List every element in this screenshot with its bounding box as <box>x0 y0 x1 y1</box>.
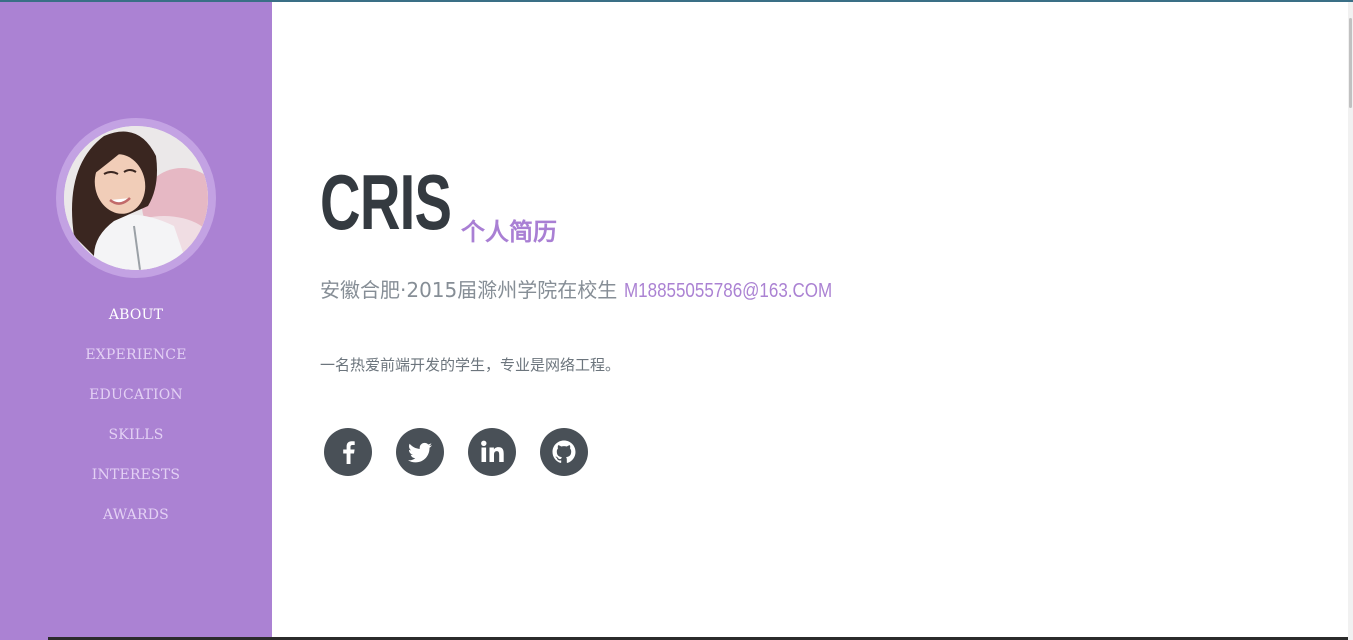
facebook-button[interactable] <box>324 428 372 476</box>
main-content: CRIS 个人简历 安徽合肥·2015届滁州学院在校生 M18855055786… <box>272 2 1348 640</box>
profile-name: CRIS <box>320 158 452 246</box>
avatar[interactable] <box>64 126 208 270</box>
sidebar-item-skills: SKILLS <box>0 422 272 462</box>
scrollbar[interactable] <box>1348 2 1353 640</box>
github-icon <box>552 440 576 463</box>
profile-info-line: 安徽合肥·2015届滁州学院在校生 M18855055786@163.COM <box>320 274 869 303</box>
linkedin-button[interactable] <box>468 428 516 476</box>
sidebar-item-about: ABOUT <box>0 302 272 342</box>
profile-intro: 一名热爱前端开发的学生，专业是网络工程。 <box>320 356 621 374</box>
github-button[interactable] <box>540 428 588 476</box>
linkedin-icon <box>481 440 504 462</box>
avatar-ring <box>56 118 216 278</box>
nav-link-skills[interactable]: SKILLS <box>109 427 164 443</box>
sidebar-nav: ABOUT EXPERIENCE EDUCATION SKILLS INTERE… <box>0 302 272 542</box>
profile-location-school: 安徽合肥·2015届滁州学院在校生 <box>320 278 618 302</box>
profile-subtitle: 个人简历 <box>461 218 557 246</box>
sidebar-item-education: EDUCATION <box>0 382 272 422</box>
facebook-icon <box>343 441 355 464</box>
sidebar-item-experience: EXPERIENCE <box>0 342 272 382</box>
nav-link-interests[interactable]: INTERESTS <box>92 467 180 483</box>
twitter-button[interactable] <box>396 428 444 476</box>
scrollbar-thumb[interactable] <box>1349 18 1352 108</box>
nav-link-experience[interactable]: EXPERIENCE <box>85 347 186 363</box>
nav-link-awards[interactable]: AWARDS <box>103 507 169 523</box>
avatar-photo <box>64 126 208 270</box>
sidebar-item-awards: AWARDS <box>0 502 272 542</box>
nav-link-education[interactable]: EDUCATION <box>89 387 183 403</box>
sidebar-item-interests: INTERESTS <box>0 462 272 502</box>
sidebar: ABOUT EXPERIENCE EDUCATION SKILLS INTERE… <box>0 2 272 640</box>
twitter-icon <box>408 442 432 463</box>
nav-link-about[interactable]: ABOUT <box>109 307 163 323</box>
email-link[interactable]: M18855055786@163.COM <box>624 280 832 303</box>
